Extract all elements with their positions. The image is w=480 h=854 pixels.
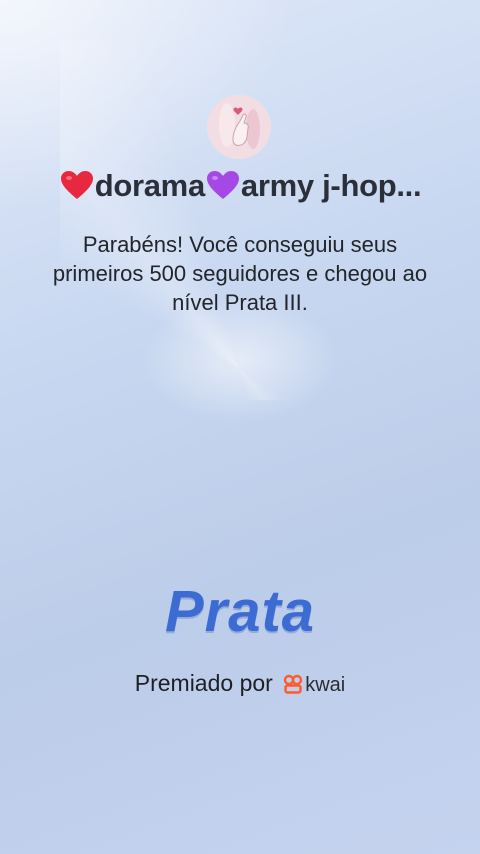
- username: dorama army j-hop...: [0, 168, 480, 204]
- username-part-1: dorama: [94, 168, 205, 203]
- kwai-brand-text: kwai: [305, 674, 346, 696]
- finger-heart-icon: [207, 95, 271, 159]
- level-badge-title: Prata: [164, 579, 316, 644]
- awarded-by-label: Premiado por: [134, 670, 273, 696]
- kwai-logo-icon: [284, 674, 303, 694]
- background-light-beam: [60, 40, 440, 400]
- red-heart-icon: [60, 171, 93, 199]
- purple-heart-icon: [206, 171, 239, 199]
- awarded-by: Premiado por kwai: [0, 670, 480, 697]
- congratulation-message: Parabéns! Você conseguiu seus primeiros …: [52, 232, 428, 315]
- username-part-2: army j-hop...: [240, 168, 422, 203]
- avatar[interactable]: [207, 95, 271, 159]
